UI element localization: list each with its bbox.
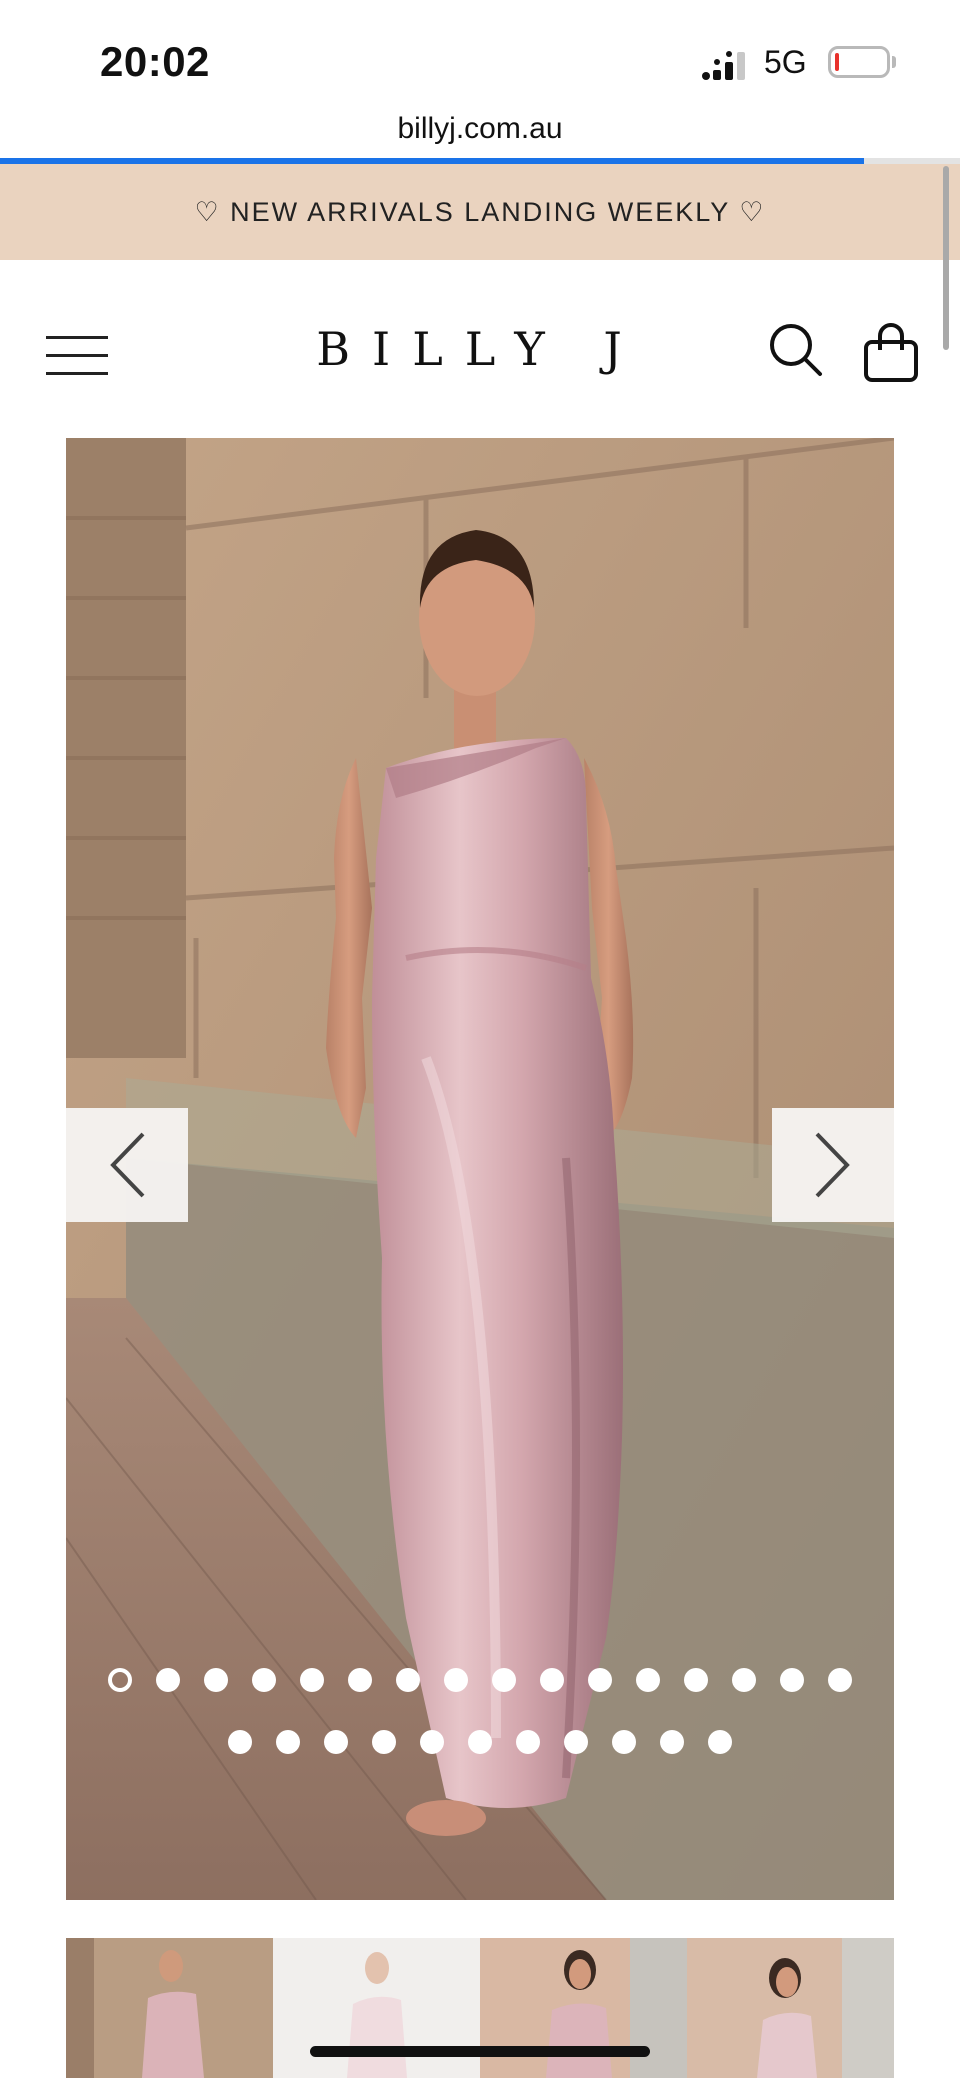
carousel-dot-9[interactable]	[492, 1668, 516, 1692]
home-indicator[interactable]	[310, 2046, 650, 2057]
carousel-dot-26[interactable]	[660, 1730, 684, 1754]
carousel-dot-17[interactable]	[228, 1730, 252, 1754]
site-header: BILLY J	[0, 260, 960, 440]
carousel-dot-18[interactable]	[276, 1730, 300, 1754]
carousel-dot-1[interactable]	[108, 1668, 132, 1692]
carousel-dots-row-2	[66, 1730, 894, 1754]
carousel-dot-23[interactable]	[516, 1730, 540, 1754]
carousel-dot-15[interactable]	[780, 1668, 804, 1692]
carousel-dot-13[interactable]	[684, 1668, 708, 1692]
carousel-dot-12[interactable]	[636, 1668, 660, 1692]
network-type: 5G	[764, 44, 807, 80]
carousel-dot-6[interactable]	[348, 1668, 372, 1692]
shopping-bag-icon[interactable]	[862, 322, 920, 384]
carousel-dot-11[interactable]	[588, 1668, 612, 1692]
carousel-dot-25[interactable]	[612, 1730, 636, 1754]
thumbnail-3-image	[480, 1938, 687, 2078]
status-bar: 20:02 5G	[0, 0, 960, 112]
promo-banner-text: ♡ NEW ARRIVALS LANDING WEEKLY ♡	[194, 196, 766, 227]
chevron-left-icon	[110, 1132, 145, 1198]
thumbnail-4-image	[687, 1938, 894, 2078]
thumbnail-4[interactable]	[687, 1938, 894, 2078]
carousel-dot-2[interactable]	[156, 1668, 180, 1692]
carousel-dot-8[interactable]	[444, 1668, 468, 1692]
product-image-carousel[interactable]	[66, 438, 894, 1900]
carousel-dot-3[interactable]	[204, 1668, 228, 1692]
chevron-right-icon	[815, 1132, 850, 1198]
promo-banner[interactable]: ♡ NEW ARRIVALS LANDING WEEKLY ♡	[0, 164, 960, 260]
carousel-dot-22[interactable]	[468, 1730, 492, 1754]
carousel-dot-14[interactable]	[732, 1668, 756, 1692]
thumbnail-1[interactable]	[66, 1938, 273, 2078]
status-time: 20:02	[100, 38, 210, 85]
browser-url[interactable]: billyj.com.au	[0, 112, 960, 146]
thumbnail-3[interactable]	[480, 1938, 687, 2078]
thumbnail-2-image	[273, 1938, 480, 2078]
battery-level	[835, 53, 839, 71]
carousel-dot-7[interactable]	[396, 1668, 420, 1692]
carousel-dot-16[interactable]	[828, 1668, 852, 1692]
thumbnail-2[interactable]	[273, 1938, 480, 2078]
next-image-button[interactable]	[772, 1108, 894, 1222]
carousel-dot-10[interactable]	[540, 1668, 564, 1692]
carousel-dot-5[interactable]	[300, 1668, 324, 1692]
carousel-dot-20[interactable]	[372, 1730, 396, 1754]
carousel-dot-27[interactable]	[708, 1730, 732, 1754]
thumbnail-1-image	[66, 1938, 273, 2078]
carousel-dot-4[interactable]	[252, 1668, 276, 1692]
battery-icon	[828, 46, 890, 78]
previous-image-button[interactable]	[66, 1108, 188, 1222]
signal-icon	[702, 51, 745, 80]
carousel-dot-19[interactable]	[324, 1730, 348, 1754]
search-icon[interactable]	[768, 322, 824, 378]
carousel-dot-24[interactable]	[564, 1730, 588, 1754]
carousel-dot-21[interactable]	[420, 1730, 444, 1754]
thumbnail-strip	[66, 1938, 894, 2078]
battery-tip	[892, 56, 896, 68]
carousel-dots-row-1	[66, 1668, 894, 1692]
